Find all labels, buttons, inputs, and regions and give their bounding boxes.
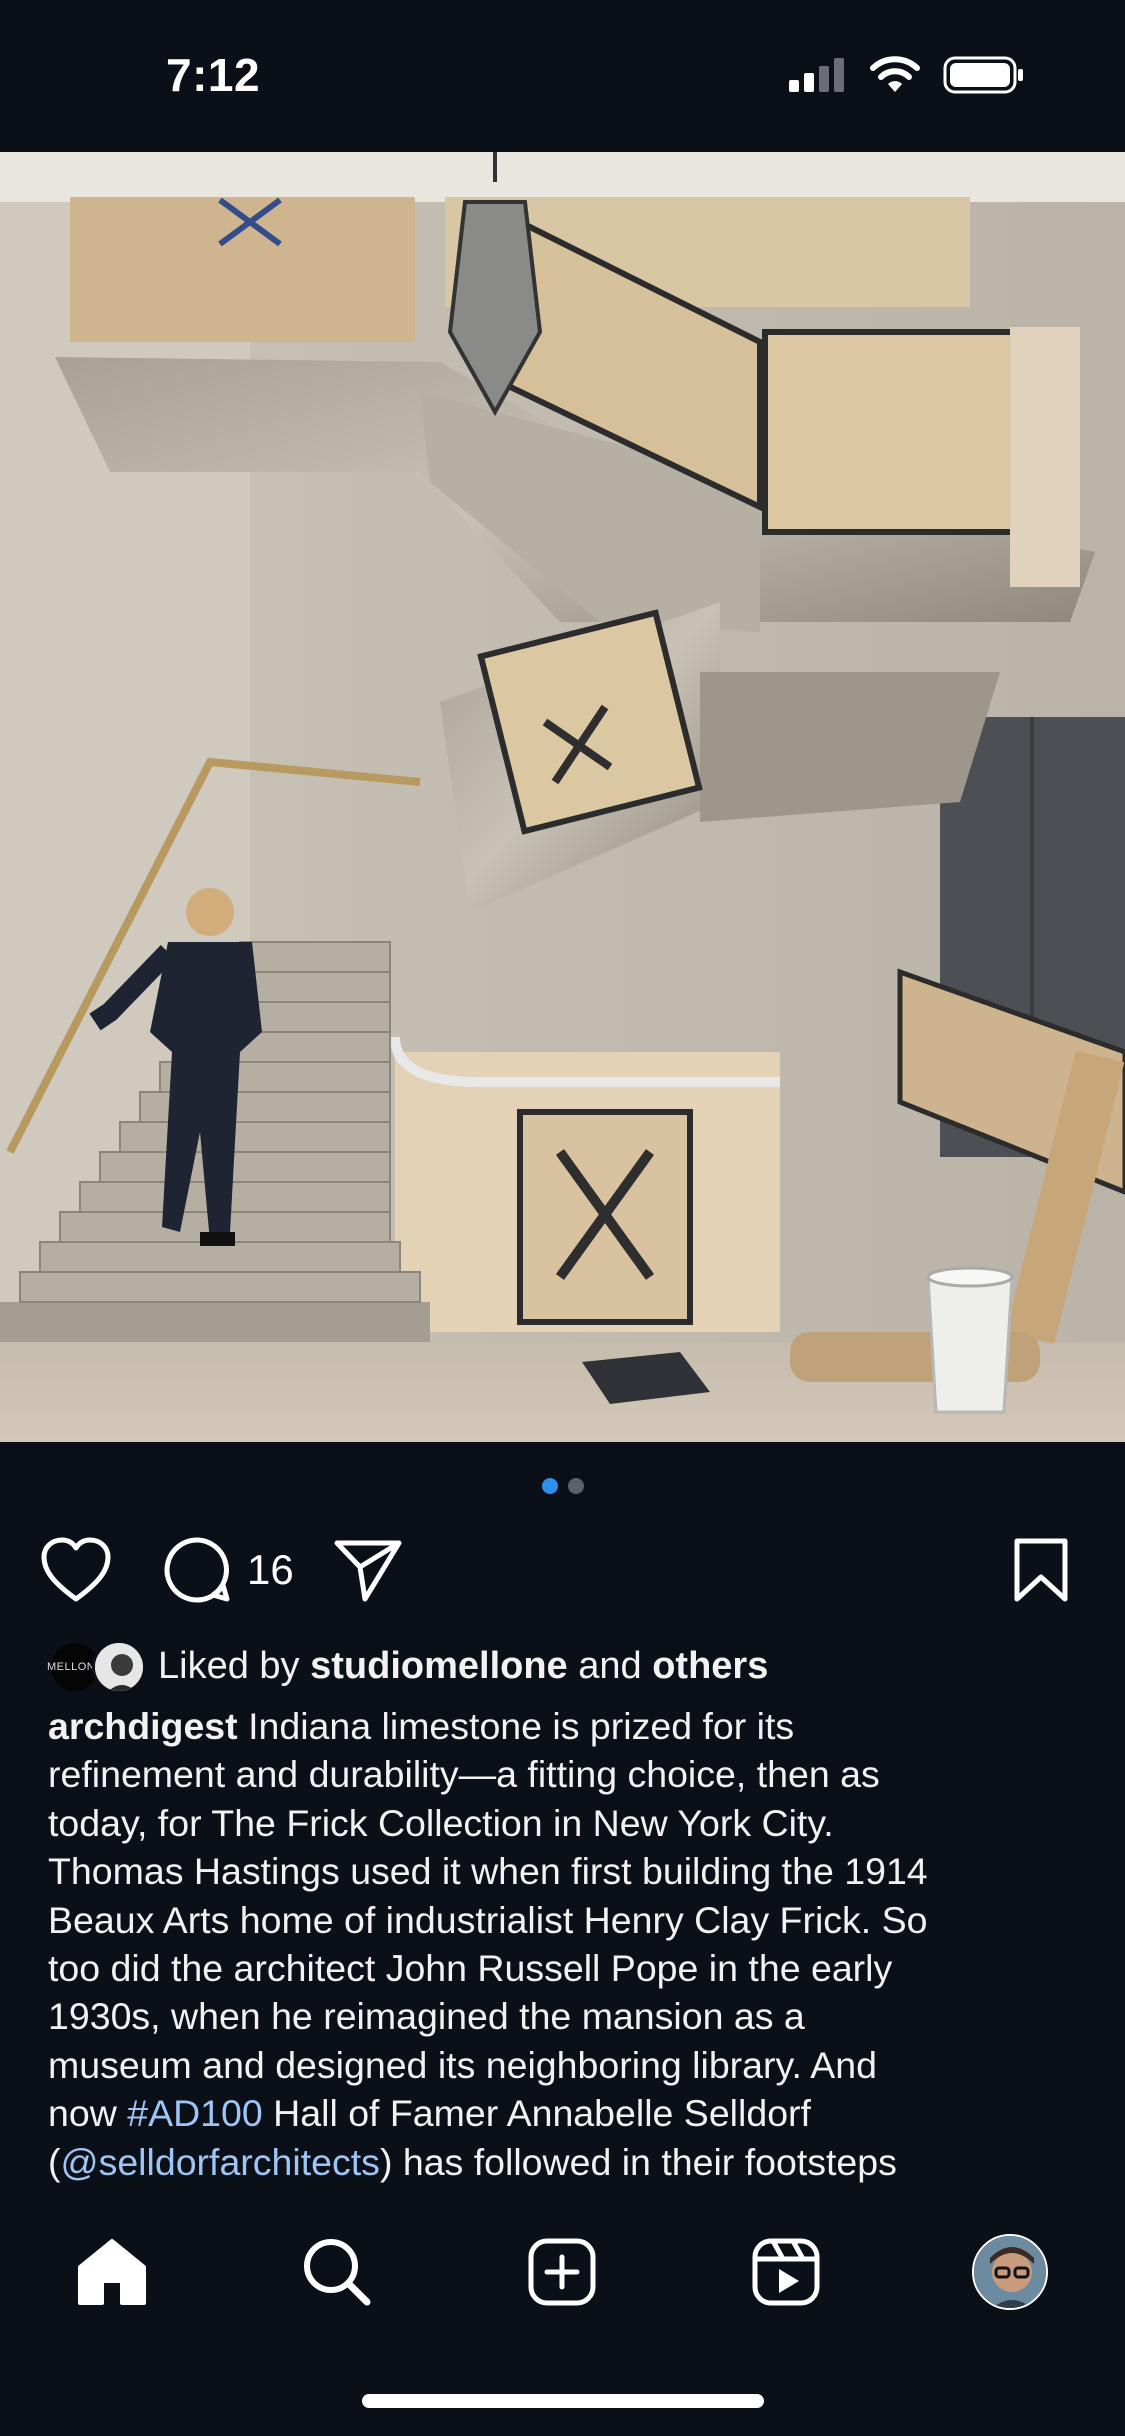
post-caption: archdigest Indiana limestone is prized f… bbox=[48, 1702, 1088, 2198]
hashtag-link[interactable]: #AD100 bbox=[127, 2092, 263, 2134]
save-button[interactable] bbox=[1012, 1530, 1070, 1610]
status-time: 7:12 bbox=[166, 49, 261, 101]
caption-text: ) has followed in their footsteps bbox=[379, 2140, 897, 2183]
liker-avatars: MELLONE bbox=[47, 1638, 146, 1694]
post-action-bar: 16 bbox=[0, 1530, 1125, 1610]
carousel-dot bbox=[567, 1478, 584, 1494]
caption-text: Hall of Famer Annabelle Selldorf bbox=[273, 2092, 811, 2135]
caption-line: Beaux Arts home of industrialist Henry C… bbox=[48, 1898, 928, 1941]
caption-line: too did the architect John Russell Pope … bbox=[48, 1947, 893, 1990]
caption-line: (@selldorfarchitects) has followed in th… bbox=[48, 2138, 1088, 2186]
tab-reels[interactable] bbox=[746, 2232, 826, 2312]
carousel-dot-active bbox=[541, 1478, 558, 1494]
caption-line: 1930s, when he reimagined the mansion as… bbox=[48, 1995, 805, 2038]
mention-link[interactable]: @selldorfarchitects bbox=[61, 2141, 380, 2183]
caption-line: Thomas Hastings used it when first build… bbox=[48, 1850, 928, 1893]
home-indicator[interactable] bbox=[362, 2394, 764, 2408]
reels-icon bbox=[752, 2238, 820, 2306]
carousel-indicator bbox=[0, 1478, 1125, 1494]
liker-avatar bbox=[92, 1640, 146, 1694]
comment-icon bbox=[164, 1537, 230, 1603]
search-icon bbox=[304, 2239, 371, 2306]
wifi-icon bbox=[870, 56, 920, 92]
caption-username[interactable]: archdigest bbox=[48, 1705, 238, 1747]
caption-line: now #AD100 Hall of Famer Annabelle Selld… bbox=[48, 2089, 1088, 2137]
likes-others[interactable]: others bbox=[652, 1645, 768, 1687]
battery-icon bbox=[943, 56, 1023, 94]
likes-prefix: Liked by bbox=[158, 1644, 300, 1687]
send-icon bbox=[334, 1540, 402, 1602]
liker-username[interactable]: studiomellone bbox=[310, 1645, 568, 1687]
tab-home[interactable] bbox=[72, 2232, 152, 2312]
likes-connector: and bbox=[578, 1644, 642, 1687]
tab-search[interactable] bbox=[297, 2232, 377, 2312]
create-icon bbox=[528, 2238, 596, 2306]
status-icons bbox=[789, 56, 1025, 94]
comment-count: 16 bbox=[247, 1546, 294, 1593]
home-icon bbox=[78, 2239, 146, 2305]
caption-line: archdigest Indiana limestone is prized f… bbox=[48, 1702, 1088, 1750]
caption-line: today, for The Frick Collection in New Y… bbox=[48, 1801, 834, 1844]
like-button[interactable] bbox=[40, 1530, 112, 1610]
caption-line: museum and designed its neighboring libr… bbox=[48, 2043, 877, 2086]
comment-button[interactable]: 16 bbox=[163, 1530, 294, 1610]
profile-avatar bbox=[972, 2234, 1048, 2310]
bookmark-icon bbox=[1014, 1538, 1068, 1602]
likes-text: Liked by studiomellone and others bbox=[158, 1645, 768, 1688]
caption-text: now bbox=[48, 2092, 117, 2135]
status-bar: 7:12 bbox=[0, 0, 1125, 152]
caption-line: refinement and durability—a fitting choi… bbox=[48, 1753, 880, 1796]
caption-text: ( bbox=[48, 2140, 61, 2183]
caption-text: Indiana limestone is prized for its bbox=[248, 1705, 795, 1747]
post-image[interactable] bbox=[0, 152, 1125, 1442]
share-button[interactable] bbox=[333, 1530, 403, 1610]
likes-summary[interactable]: MELLONE Liked by studiomellone and other… bbox=[47, 1636, 768, 1696]
tab-profile[interactable] bbox=[970, 2232, 1050, 2312]
tab-create[interactable] bbox=[522, 2232, 602, 2312]
cellular-signal-icon bbox=[789, 58, 844, 92]
heart-icon bbox=[41, 1537, 111, 1602]
